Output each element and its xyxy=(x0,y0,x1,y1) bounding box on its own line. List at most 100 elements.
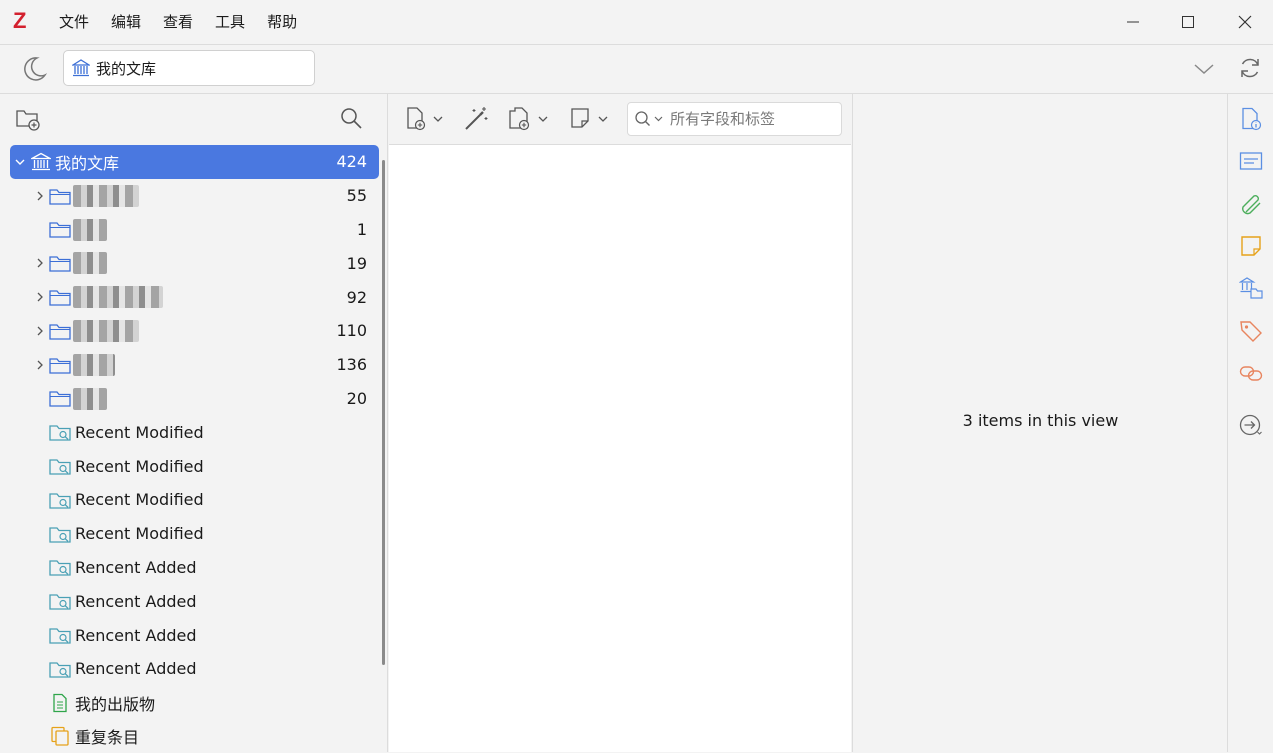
sync-icon xyxy=(1241,58,1259,78)
folder-icon xyxy=(49,287,71,307)
tab-bar: 我的文库 xyxy=(0,45,1273,94)
magic-wand-icon xyxy=(465,107,488,130)
redacted-label xyxy=(73,286,163,309)
collection-row[interactable]: 55 xyxy=(0,179,388,213)
chevron-right-icon[interactable] xyxy=(33,358,47,372)
add-attachment-button[interactable] xyxy=(507,106,551,132)
minimize-icon xyxy=(1127,21,1139,23)
saved-search-label: Recent Modified xyxy=(75,524,204,544)
saved-search-icon xyxy=(49,557,71,577)
chevron-right-icon[interactable] xyxy=(33,290,47,304)
abstract-section-button[interactable] xyxy=(1239,149,1263,173)
saved-search-row[interactable]: Recent Modified xyxy=(0,483,388,517)
related-section-button[interactable] xyxy=(1239,361,1263,385)
saved-search-row[interactable]: Recent Modified xyxy=(0,415,388,449)
libraries-collections-section-button[interactable] xyxy=(1239,276,1263,300)
collection-row[interactable]: 20 xyxy=(0,382,388,416)
collection-row-my-library[interactable]: 我的文库 424 xyxy=(10,145,379,179)
saved-search-icon xyxy=(49,625,71,645)
search-mode-icon[interactable] xyxy=(634,110,664,128)
notes-section-button[interactable] xyxy=(1239,234,1263,258)
search-icon xyxy=(341,108,362,129)
duplicates-icon xyxy=(49,726,71,747)
collection-row[interactable]: 136 xyxy=(0,348,388,382)
new-collection-button[interactable] xyxy=(15,106,43,132)
add-attachment-icon xyxy=(509,107,548,131)
notes-icon xyxy=(1241,236,1261,256)
items-count-message: 3 items in this view xyxy=(962,411,1119,430)
collection-label: 我的文库 xyxy=(55,153,120,173)
menu-tools[interactable]: 工具 xyxy=(204,0,256,44)
new-collection-icon xyxy=(16,110,40,131)
menu-help[interactable]: 帮助 xyxy=(256,0,308,44)
sync-button[interactable] xyxy=(1238,56,1262,80)
saved-search-row[interactable]: Rencent Added xyxy=(0,618,388,652)
close-button[interactable] xyxy=(1217,0,1273,44)
library-icon xyxy=(72,59,90,77)
saved-search-row[interactable]: Recent Modified xyxy=(0,449,388,483)
collection-row[interactable]: 19 xyxy=(0,246,388,280)
locate-icon xyxy=(1239,414,1262,436)
folder-icon xyxy=(49,186,71,206)
new-note-button[interactable] xyxy=(569,106,611,132)
collections-pane: 我的文库 424 55 1 19 92 110 136 20 Recent Mo… xyxy=(0,94,388,752)
item-count: 20 xyxy=(346,388,367,408)
my-publications-row[interactable]: 我的出版物 xyxy=(0,686,388,720)
info-section-button[interactable] xyxy=(1239,107,1263,131)
menu-edit[interactable]: 编辑 xyxy=(100,0,152,44)
close-icon xyxy=(1238,15,1252,29)
library-tab-label: 我的文库 xyxy=(96,59,157,78)
duplicate-items-row[interactable]: 重复条目 xyxy=(0,720,388,753)
maximize-button[interactable] xyxy=(1160,0,1216,44)
saved-search-icon xyxy=(49,422,71,442)
collection-row[interactable]: 1 xyxy=(0,213,388,247)
zotero-logo: Z xyxy=(13,8,27,33)
add-by-identifier-button[interactable] xyxy=(463,106,489,132)
folder-icon xyxy=(49,321,71,341)
menu-view[interactable]: 查看 xyxy=(152,0,204,44)
dark-mode-button[interactable] xyxy=(20,55,48,83)
chevron-right-icon[interactable] xyxy=(33,324,47,338)
menu-file[interactable]: 文件 xyxy=(48,0,100,44)
collection-row[interactable]: 110 xyxy=(0,314,388,348)
new-item-button[interactable] xyxy=(405,106,445,132)
chevron-right-icon[interactable] xyxy=(33,189,47,203)
related-icon xyxy=(1239,366,1263,381)
item-count: 55 xyxy=(346,186,367,206)
chevron-right-icon[interactable] xyxy=(33,256,47,270)
library-icon xyxy=(30,152,52,172)
minimize-button[interactable] xyxy=(1105,0,1161,44)
chevron-down-icon[interactable] xyxy=(13,155,27,169)
tags-section-button[interactable] xyxy=(1239,319,1263,343)
folder-icon xyxy=(49,219,71,239)
filter-collections-button[interactable] xyxy=(339,106,363,130)
libraries-collections-icon xyxy=(1239,277,1263,299)
saved-search-label: Rencent Added xyxy=(75,625,197,645)
tabs-menu-button[interactable] xyxy=(1193,59,1215,79)
collection-tree: 我的文库 424 55 1 19 92 110 136 20 Recent Mo… xyxy=(0,145,388,753)
saved-search-label: Recent Modified xyxy=(75,490,204,510)
saved-search-row[interactable]: Recent Modified xyxy=(0,517,388,551)
collections-toolbar xyxy=(0,94,387,144)
chevron-down-icon xyxy=(1194,64,1214,75)
redacted-label xyxy=(73,319,139,342)
item-count: 136 xyxy=(336,355,367,375)
saved-search-label: Recent Modified xyxy=(75,422,204,442)
collection-row[interactable]: 92 xyxy=(0,280,388,314)
folder-icon xyxy=(49,253,71,273)
attachments-section-button[interactable] xyxy=(1239,192,1263,216)
moon-icon xyxy=(24,57,48,81)
locate-button[interactable] xyxy=(1239,413,1263,437)
saved-search-row[interactable]: Rencent Added xyxy=(0,584,388,618)
collections-scrollbar[interactable] xyxy=(382,160,385,665)
library-tab[interactable]: 我的文库 xyxy=(63,50,315,86)
saved-search-row[interactable]: Rencent Added xyxy=(0,551,388,585)
saved-search-label: Rencent Added xyxy=(75,591,197,611)
saved-search-label: Recent Modified xyxy=(75,456,204,476)
item-count: 110 xyxy=(336,321,367,341)
tags-icon xyxy=(1240,321,1262,342)
saved-search-row[interactable]: Rencent Added xyxy=(0,652,388,686)
search-input[interactable] xyxy=(670,110,830,128)
abstract-icon xyxy=(1239,152,1263,170)
saved-search-icon xyxy=(49,591,71,611)
